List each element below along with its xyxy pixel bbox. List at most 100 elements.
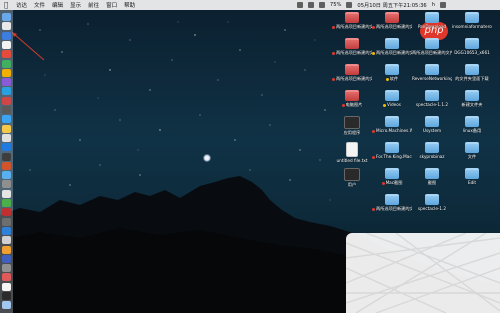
dock-app-icon[interactable] bbox=[2, 171, 11, 180]
desktop-item[interactable]: PanDownload bbox=[412, 12, 452, 29]
dock-app-icon[interactable] bbox=[2, 115, 11, 124]
folder-icon bbox=[425, 142, 439, 153]
desktop-item[interactable]: 软件 bbox=[372, 64, 412, 81]
desktop-item[interactable]: 用户 bbox=[332, 168, 372, 187]
desktop-item[interactable]: 两所选项目新建的文件夹 4 bbox=[332, 64, 372, 81]
dock-app-icon[interactable] bbox=[2, 96, 11, 105]
desktop-item[interactable]: skyprobinaz bbox=[412, 142, 452, 159]
menu-item-help[interactable]: 帮助 bbox=[124, 1, 135, 9]
dock-app-icon[interactable] bbox=[2, 143, 11, 152]
dock-app-icon[interactable] bbox=[2, 226, 11, 235]
desktop-item[interactable]: 的文件夹里面下载 bbox=[452, 64, 492, 81]
desktop-item-text: 应用程序 bbox=[343, 130, 361, 135]
folder-icon bbox=[425, 168, 439, 179]
menu-item-go[interactable]: 前往 bbox=[88, 1, 99, 9]
desktop-item-label: ReverseNetworkingServer_1.2.0 bbox=[412, 76, 452, 81]
desktop-item[interactable]: spectacle-1.1.2 bbox=[412, 90, 452, 107]
dock-app-icon[interactable] bbox=[2, 161, 11, 170]
app-icon bbox=[344, 116, 360, 129]
dock-app-icon[interactable] bbox=[2, 254, 11, 263]
dock-app-icon[interactable] bbox=[2, 180, 11, 189]
menu-item-file[interactable]: 文件 bbox=[34, 1, 45, 9]
dock-app-icon[interactable] bbox=[2, 273, 11, 282]
desktop-item[interactable]: DGG10653_x661 bbox=[452, 38, 492, 55]
dock-app-icon[interactable] bbox=[2, 50, 11, 59]
folder-icon bbox=[425, 64, 439, 75]
desktop-item[interactable]: 新建文件夹 bbox=[452, 90, 492, 107]
desktop-item-text: untitled file.txt bbox=[336, 158, 368, 163]
dock-app-icon[interactable] bbox=[2, 301, 11, 310]
dock-app-icon[interactable] bbox=[2, 282, 11, 291]
dock-app-icon[interactable] bbox=[2, 208, 11, 217]
dock-app-icon[interactable] bbox=[2, 236, 11, 245]
battery-percentage[interactable]: 75% bbox=[330, 2, 342, 8]
menu-item-edit[interactable]: 编辑 bbox=[52, 1, 63, 9]
desktop-item-label: DGG10653_x661 bbox=[452, 50, 492, 55]
desktop-item[interactable]: spectacle-1.2 bbox=[412, 194, 452, 211]
dock-app-icon[interactable] bbox=[2, 152, 11, 161]
dock-app-icon[interactable] bbox=[2, 133, 11, 142]
dock-app-icon[interactable] bbox=[2, 87, 11, 96]
menu-item-window[interactable]: 窗口 bbox=[106, 1, 117, 9]
dock-app-icon[interactable] bbox=[2, 59, 11, 68]
desktop-item[interactable]: 两所选项目新建的文件夹 bbox=[372, 194, 412, 211]
desktop-item-label: 两所选项目新建的文件夹 6 bbox=[332, 24, 372, 29]
dock-app-icon[interactable] bbox=[2, 22, 11, 31]
spotlight-icon[interactable] bbox=[440, 2, 446, 8]
dock-app-icon[interactable] bbox=[2, 40, 11, 49]
desktop-item-text: 两所选项目新建的文件夹 6 bbox=[336, 24, 372, 29]
desktop-item-label: 两所选项目新建的文件夹 4 bbox=[332, 50, 372, 55]
desktop-item[interactable]: Usystem bbox=[412, 116, 452, 133]
status-icon[interactable] bbox=[296, 2, 303, 8]
desktop-item[interactable]: Micro.Machines.Worl...IVATED bbox=[372, 116, 412, 133]
desktop-item[interactable]: 两所选项目新建的文件夹 bbox=[372, 38, 412, 55]
dock-app-icon[interactable] bbox=[2, 245, 11, 254]
dock-app-icon[interactable] bbox=[2, 13, 11, 21]
desktop-screen:  访达 文件 编辑 显示 前往 窗口 帮助 75% 05月10日 周五下午21… bbox=[0, 0, 500, 313]
desktop-item-label: 电脑图片 bbox=[332, 102, 372, 107]
wifi-icon[interactable] bbox=[318, 2, 325, 8]
desktop-item[interactable]: For.The.King.MacOS...IVATED bbox=[372, 142, 412, 159]
dock-app-icon[interactable] bbox=[2, 31, 11, 40]
desktop-item-label: 新建文件夹 bbox=[452, 102, 492, 107]
desktop-item[interactable]: 截图 bbox=[412, 168, 452, 185]
user-name[interactable]: h bbox=[432, 2, 435, 8]
desktop-item[interactable]: Videos bbox=[372, 90, 412, 107]
desktop-item-label: PanDownload bbox=[412, 24, 452, 29]
desktop-item[interactable]: Mac截图 bbox=[372, 168, 412, 185]
dock-app-icon[interactable] bbox=[2, 124, 11, 133]
status-icon[interactable] bbox=[307, 2, 314, 8]
desktop-item[interactable]: 应用程序 bbox=[332, 116, 372, 135]
dock-app-icon[interactable] bbox=[2, 292, 11, 300]
apple-menu-icon[interactable]:  bbox=[4, 1, 11, 9]
clock[interactable]: 05月10日 周五下午21:05:36 bbox=[357, 2, 426, 9]
menu-item-view[interactable]: 显示 bbox=[70, 1, 81, 9]
folder-icon bbox=[465, 12, 479, 23]
desktop-item[interactable]: 电脑图片 bbox=[332, 90, 372, 107]
desktop-item[interactable]: 两所选项目新建的文件夹 15 bbox=[372, 12, 412, 29]
desktop-item[interactable]: 两所选项目新建的文件夹 6 bbox=[332, 12, 372, 29]
app-icon bbox=[344, 168, 360, 181]
dock-app-icon[interactable] bbox=[2, 68, 11, 77]
battery-icon[interactable] bbox=[346, 2, 353, 8]
desktop-item[interactable]: 文件 bbox=[452, 142, 492, 159]
dock-app-icon[interactable] bbox=[2, 199, 11, 207]
desktop-item-text: linux备用 bbox=[462, 128, 482, 133]
dock-app-icon[interactable] bbox=[2, 217, 11, 226]
dock-app-icon[interactable] bbox=[2, 189, 11, 198]
folder-icon bbox=[385, 142, 399, 153]
dock-app-icon[interactable] bbox=[2, 264, 11, 273]
desktop-item[interactable]: 两所选项目新建的文件夹 4 bbox=[332, 38, 372, 55]
desktop-item-text: Edit bbox=[467, 180, 477, 185]
menu-item-finder[interactable]: 访达 bbox=[16, 1, 27, 9]
desktop-item-label: 应用程序 bbox=[332, 130, 372, 135]
desktop-item[interactable]: Edit bbox=[452, 168, 492, 185]
tag-dot-icon bbox=[332, 25, 335, 29]
desktop-item[interactable]: insomniaformaterofMd_x661 bbox=[452, 12, 492, 29]
desktop-item[interactable]: 两所选项目新建的文件夹 13 bbox=[412, 38, 452, 55]
dock-app-icon[interactable] bbox=[2, 78, 11, 87]
desktop-item[interactable]: untitled file.txt bbox=[332, 142, 372, 163]
desktop-item[interactable]: linux备用 bbox=[452, 116, 492, 133]
desktop-item[interactable]: ReverseNetworkingServer_1.2.0 bbox=[412, 64, 452, 81]
dock-app-icon[interactable] bbox=[2, 106, 11, 114]
